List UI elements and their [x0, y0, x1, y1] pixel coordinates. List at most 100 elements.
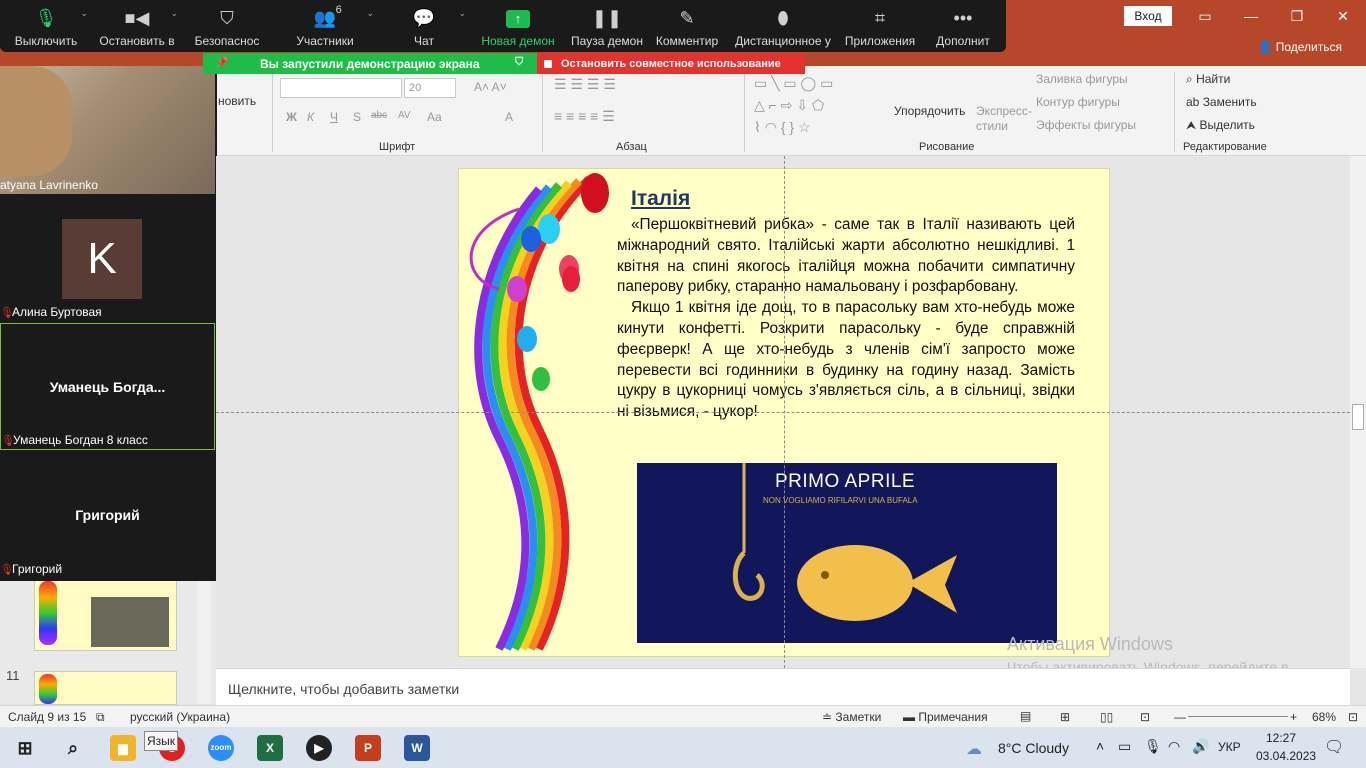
share-button[interactable]: 👤 Поделиться: [1257, 40, 1342, 54]
sharing-banner: 📌 Вы запустили демонстрацию экрана ⛉: [203, 53, 537, 74]
slide-image[interactable]: PRIMO APRILE NON VOGLIAMO RIFILARVI UNA …: [637, 463, 1057, 643]
comments-toggle[interactable]: ▬ Примечания: [903, 710, 988, 724]
security-button[interactable]: ⛉ Безопаснос: [182, 0, 272, 52]
italic-button[interactable]: К: [307, 110, 314, 124]
slide-body-text[interactable]: «Першоквітневий рибка» - саме так в Італ…: [617, 215, 1075, 423]
slide-thumbnail[interactable]: [34, 578, 177, 651]
apps-icon: ⌗: [874, 8, 886, 28]
chevron-down-icon[interactable]: ⌄: [170, 8, 178, 19]
video-tile[interactable]: atyana Lavrinenko: [0, 66, 215, 194]
volume-icon[interactable]: 🔊: [1192, 738, 1209, 755]
stop-video-button[interactable]: ■◀ ⌄ Остановить в: [92, 0, 182, 52]
more-button[interactable]: ••• Дополнит: [920, 0, 1006, 52]
slide-thumbnail[interactable]: [34, 671, 177, 705]
bold-button[interactable]: Ж: [286, 110, 297, 124]
chevron-down-icon[interactable]: ⌄: [458, 8, 466, 19]
zoom-video-panel: atyana Lavrinenko 🎙 Алина Буртовая K Ума…: [0, 66, 217, 581]
char-spacing-button[interactable]: AV: [398, 110, 411, 121]
wifi-icon[interactable]: ◠: [1168, 738, 1180, 755]
zoom-level[interactable]: 68%: [1312, 710, 1336, 724]
clock-date[interactable]: 03.04.2023: [1256, 749, 1316, 763]
replace-button[interactable]: ab Заменить: [1186, 95, 1257, 109]
stop-share-button[interactable]: Остановить совместное использование: [537, 53, 805, 74]
video-tile[interactable]: Григорий 🎙 Григорий: [0, 451, 215, 578]
quick-styles-button[interactable]: Экспресс-стили: [976, 104, 1032, 134]
strikethrough-button[interactable]: abc: [371, 110, 387, 121]
zoom-in-icon[interactable]: +: [1290, 710, 1297, 724]
shield-icon[interactable]: ⛉: [515, 56, 523, 69]
change-case-button[interactable]: Aa: [427, 110, 442, 124]
excel-icon[interactable]: X: [257, 735, 283, 761]
chevron-down-icon[interactable]: ⌄: [366, 8, 374, 19]
grow-font-icon[interactable]: A˄ A˅: [474, 80, 507, 94]
clock-time[interactable]: 12:27: [1266, 731, 1296, 745]
fish-hook-illustration: [732, 463, 957, 621]
zoom-out-icon[interactable]: —: [1174, 710, 1186, 724]
arrange-button[interactable]: Упорядочить: [894, 104, 965, 118]
file-explorer-icon[interactable]: ▆: [110, 735, 136, 761]
word-icon[interactable]: W: [404, 735, 430, 761]
microphone-tray-icon[interactable]: 🎙: [1144, 738, 1162, 755]
status-bar: Слайд 9 из 15 ⧉ русский (Украина) ≐ Заме…: [0, 705, 1366, 727]
slide-scrollbar[interactable]: [1350, 156, 1366, 668]
shapes-gallery[interactable]: ▭ ╲ ▭ ◯ ▭ △ ⌐ ⇨ ⇩ ⬠ ⌇ ◠ { } ☆: [754, 72, 890, 138]
shape-effects-button[interactable]: Эффекты фигуры: [1036, 118, 1136, 132]
font-name-box[interactable]: [280, 78, 402, 98]
annotate-button[interactable]: ✎ Комментир: [648, 0, 726, 52]
find-button[interactable]: ⌕ Найти: [1186, 72, 1230, 87]
powerpoint-icon[interactable]: P: [355, 735, 381, 761]
zoom-app-icon[interactable]: zoom: [208, 735, 234, 761]
media-player-icon[interactable]: ▶: [306, 735, 332, 761]
apps-button[interactable]: ⌗ Приложения: [840, 0, 920, 52]
font-color-button[interactable]: A: [505, 110, 513, 124]
language-indicator[interactable]: русский (Украина): [130, 710, 230, 724]
minimize-icon[interactable]: —: [1236, 6, 1266, 26]
slide-title[interactable]: Італія: [631, 187, 690, 211]
participants-count: 6: [335, 4, 342, 16]
participant-face: [0, 66, 72, 176]
login-button[interactable]: Вход: [1124, 6, 1172, 26]
input-language[interactable]: УКР: [1218, 740, 1241, 754]
restore-icon[interactable]: ❐: [1282, 6, 1312, 26]
slide-sorter-icon[interactable]: ⊞: [1060, 710, 1070, 724]
reading-view-icon[interactable]: ▯▯: [1100, 710, 1113, 724]
chevron-down-icon[interactable]: ⌄: [80, 8, 88, 19]
weather-text[interactable]: 8°C Cloudy: [998, 740, 1069, 756]
slideshow-icon[interactable]: ⊡: [1140, 710, 1150, 724]
slide-paragraph: «Першоквітневий рибка» - саме так в Італ…: [617, 216, 1075, 296]
shadow-button[interactable]: S: [353, 110, 361, 124]
chevron-up-icon[interactable]: ˄: [1096, 738, 1104, 754]
align-icon[interactable]: ≡ ≡ ≡ ≡ ☰: [554, 108, 615, 125]
underline-button[interactable]: Ч: [330, 110, 338, 124]
participant-display-name: Уманець Богда...: [49, 378, 166, 395]
select-button[interactable]: ⮝ Выделить: [1186, 118, 1255, 133]
notifications-icon[interactable]: 🗨: [1324, 737, 1344, 757]
ribbon-display-icon[interactable]: ▭: [1190, 6, 1220, 26]
pin-icon[interactable]: 📌: [215, 56, 229, 69]
normal-view-icon[interactable]: ▤: [1020, 709, 1031, 723]
video-tile-active-speaker[interactable]: Уманець Богда... 🎙 Уманець Богдан 8 клас…: [0, 323, 215, 450]
zoom-slider[interactable]: [1188, 716, 1288, 717]
windows-start-icon[interactable]: ⊞: [12, 735, 38, 761]
fit-slide-icon[interactable]: ⊡: [1348, 710, 1358, 724]
close-icon[interactable]: ✕: [1328, 6, 1358, 26]
battery-icon[interactable]: ▭: [1118, 738, 1131, 755]
search-icon[interactable]: ⌕: [60, 735, 86, 761]
scroll-thumb[interactable]: [1352, 404, 1364, 430]
bullets-icon[interactable]: ☰ ☰ ☰ ☰: [554, 76, 616, 93]
remote-control-button[interactable]: ⬮ Дистанционное у: [726, 0, 840, 52]
shape-outline-button[interactable]: Контур фигуры: [1036, 95, 1120, 109]
mute-button[interactable]: 🎙 ⌄ Выключить: [0, 0, 92, 52]
pause-share-button[interactable]: ❚❚ Пауза демон: [566, 0, 648, 52]
new-share-button[interactable]: ↑ Новая демон: [470, 0, 566, 52]
notes-toggle[interactable]: ≐ Заметки: [822, 710, 881, 724]
font-size-box[interactable]: 20: [404, 78, 456, 98]
chat-button[interactable]: 💬 ⌄ Чат: [378, 0, 470, 52]
guide-line-horizontal[interactable]: [216, 412, 1350, 413]
spellcheck-icon[interactable]: ⧉: [96, 710, 105, 725]
participants-button[interactable]: 👥 6 ⌄ Участники: [272, 0, 378, 52]
notes-pane[interactable]: Щелкните, чтобы добавить заметки: [216, 668, 1350, 705]
shape-fill-button[interactable]: Заливка фигуры: [1036, 72, 1128, 86]
new-slide-label[interactable]: новить: [218, 94, 256, 108]
stop-icon: [544, 59, 552, 68]
